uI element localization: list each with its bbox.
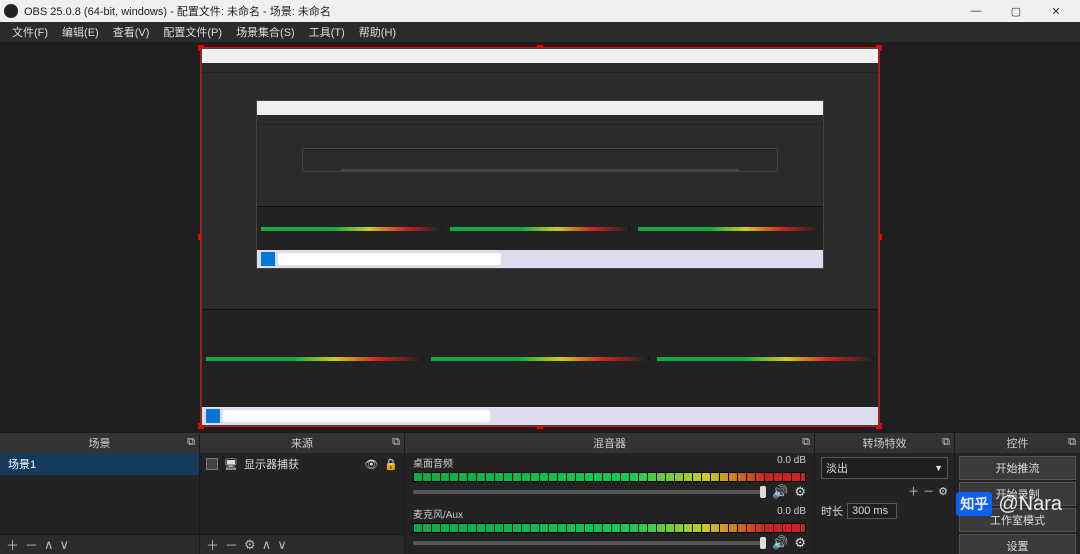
mixer-title: 混音器 <box>593 435 626 451</box>
source-settings-button[interactable]: ⚙ <box>244 537 256 553</box>
menu-bar: 文件(F) 编辑(E) 查看(V) 配置文件(P) 场景集合(S) 工具(T) … <box>0 22 1080 42</box>
scenes-dock: 场景 ⧉ 场景1 ＋ － ∧ ∨ <box>0 432 200 554</box>
speaker-icon[interactable]: 🔊 <box>772 484 788 500</box>
maximize-button[interactable]: ▢ <box>996 0 1036 22</box>
volume-slider[interactable] <box>413 490 766 494</box>
scene-down-button[interactable]: ∨ <box>60 537 70 553</box>
source-down-button[interactable]: ∨ <box>277 537 287 553</box>
scene-up-button[interactable]: ∧ <box>44 537 54 553</box>
volume-meter <box>413 472 806 482</box>
source-item-label: 显示器捕获 <box>244 456 299 472</box>
duration-input[interactable]: 300 ms <box>847 503 897 519</box>
remove-source-button[interactable]: － <box>225 535 238 554</box>
controls-header: 控件 ⧉ <box>955 433 1080 453</box>
scenes-title: 场景 <box>89 435 111 451</box>
window-titlebar: OBS 25.0.8 (64-bit, windows) - 配置文件: 未命名… <box>0 0 1080 22</box>
mixer-channel-desktop: 桌面音频 0.0 dB 🔊 ⚙ <box>405 453 814 504</box>
remove-transition-button[interactable]: － <box>923 483 934 499</box>
scenes-header: 场景 ⧉ <box>0 433 199 453</box>
transitions-dock: 转场特效 ⧉ 淡出 ▼ ＋ － ⚙ 时长 300 ms <box>815 432 955 554</box>
channel-db: 0.0 dB <box>777 455 806 470</box>
sources-toolbar: ＋ － ⚙ ∧ ∨ <box>200 534 404 554</box>
transitions-header: 转场特效 ⧉ <box>815 433 954 453</box>
add-scene-button[interactable]: ＋ <box>6 535 19 554</box>
scene-item[interactable]: 场景1 <box>0 453 199 475</box>
sources-title: 来源 <box>291 435 313 451</box>
lock-toggle-icon[interactable]: 🔒 <box>384 458 398 471</box>
sources-dock: 来源 ⧉ 🖥 显示器捕获 👁 🔒 ＋ － ⚙ ∧ ∨ <box>200 432 405 554</box>
source-item[interactable]: 🖥 显示器捕获 👁 🔒 <box>200 453 404 475</box>
transitions-body: 淡出 ▼ ＋ － ⚙ 时长 300 ms <box>815 453 954 554</box>
gear-icon[interactable]: ⚙ <box>794 484 806 500</box>
close-button[interactable]: ✕ <box>1036 0 1076 22</box>
chevron-down-icon: ▼ <box>934 463 943 473</box>
display-icon: 🖥 <box>224 458 238 471</box>
add-transition-button[interactable]: ＋ <box>908 483 919 499</box>
controls-title: 控件 <box>1007 435 1029 451</box>
speaker-icon[interactable]: 🔊 <box>772 535 788 551</box>
channel-name: 桌面音频 <box>413 455 453 470</box>
menu-edit[interactable]: 编辑(E) <box>56 22 105 42</box>
menu-help[interactable]: 帮助(H) <box>353 22 402 42</box>
channel-db: 0.0 dB <box>777 506 806 521</box>
duration-label: 时长 <box>821 503 843 519</box>
menu-profile[interactable]: 配置文件(P) <box>157 22 228 42</box>
volume-slider[interactable] <box>413 541 766 545</box>
zhihu-logo-icon: 知乎 <box>956 492 992 516</box>
start-streaming-button[interactable]: 开始推流 <box>959 456 1076 480</box>
popout-icon[interactable]: ⧉ <box>1068 436 1076 449</box>
volume-meter <box>413 523 806 533</box>
settings-button[interactable]: 设置 <box>959 534 1076 554</box>
popout-icon[interactable]: ⧉ <box>392 436 400 449</box>
add-source-button[interactable]: ＋ <box>206 535 219 554</box>
remove-scene-button[interactable]: － <box>25 535 38 554</box>
sources-header: 来源 ⧉ <box>200 433 404 453</box>
visibility-toggle-icon[interactable]: 👁 <box>364 458 378 471</box>
source-up-button[interactable]: ∧ <box>262 537 272 553</box>
gear-icon[interactable]: ⚙ <box>794 535 806 551</box>
audio-mixer-dock: 混音器 ⧉ 桌面音频 0.0 dB 🔊 ⚙ 麦克风/Aux 0.0 dB <box>405 432 815 554</box>
scenes-list[interactable]: 场景1 <box>0 453 199 534</box>
mixer-body: 桌面音频 0.0 dB 🔊 ⚙ 麦克风/Aux 0.0 dB <box>405 453 814 554</box>
transition-select[interactable]: 淡出 ▼ <box>821 457 948 479</box>
popout-icon[interactable]: ⧉ <box>942 436 950 449</box>
source-checkbox[interactable] <box>206 458 218 470</box>
popout-icon[interactable]: ⧉ <box>187 436 195 449</box>
preview-area[interactable] <box>0 42 1080 432</box>
source-bounding-box[interactable] <box>200 47 880 427</box>
channel-name: 麦克风/Aux <box>413 506 463 521</box>
menu-scene-collection[interactable]: 场景集合(S) <box>230 22 301 42</box>
transition-settings-button[interactable]: ⚙ <box>938 485 948 498</box>
obs-logo-icon <box>4 4 18 18</box>
sources-list[interactable]: 🖥 显示器捕获 👁 🔒 <box>200 453 404 534</box>
menu-view[interactable]: 查看(V) <box>107 22 156 42</box>
docks-row: 场景 ⧉ 场景1 ＋ － ∧ ∨ 来源 ⧉ 🖥 显示器捕获 👁 🔒 <box>0 432 1080 554</box>
menu-tools[interactable]: 工具(T) <box>303 22 351 42</box>
mixer-channel-mic: 麦克风/Aux 0.0 dB 🔊 ⚙ <box>405 504 814 554</box>
recursive-capture-preview <box>201 48 879 426</box>
transition-selected-label: 淡出 <box>826 460 848 476</box>
menu-file[interactable]: 文件(F) <box>6 22 54 42</box>
watermark-text: @Nara <box>998 493 1062 516</box>
transitions-title: 转场特效 <box>863 435 907 451</box>
mixer-header: 混音器 ⧉ <box>405 433 814 453</box>
popout-icon[interactable]: ⧉ <box>802 436 810 449</box>
watermark: 知乎 @Nara <box>956 492 1062 516</box>
minimize-button[interactable]: — <box>956 0 996 22</box>
window-title: OBS 25.0.8 (64-bit, windows) - 配置文件: 未命名… <box>24 3 956 19</box>
scenes-toolbar: ＋ － ∧ ∨ <box>0 534 199 554</box>
